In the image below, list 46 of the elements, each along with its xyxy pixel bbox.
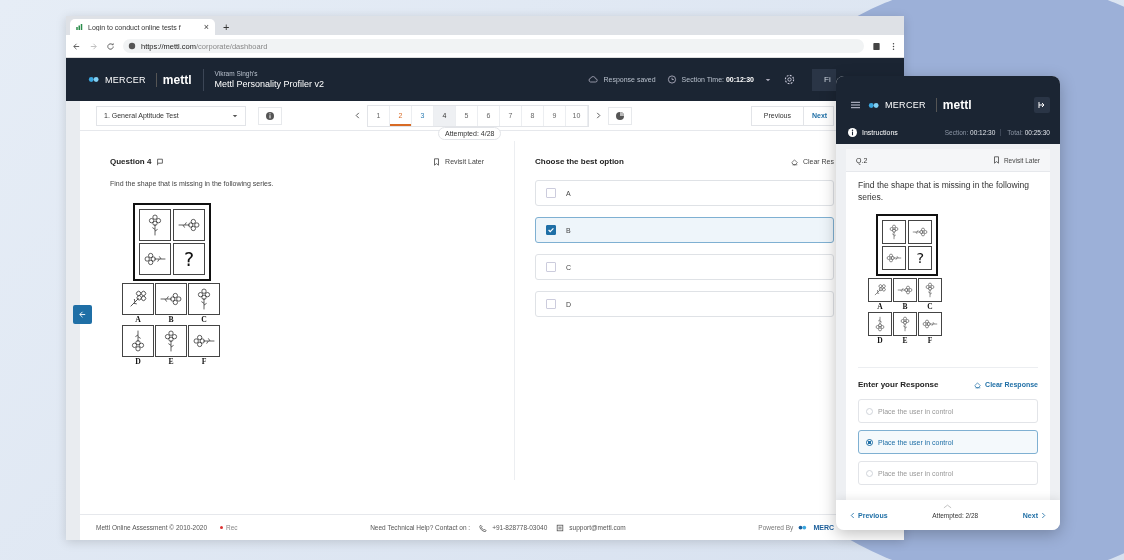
back-arrow-button[interactable] xyxy=(73,305,92,324)
back-icon[interactable] xyxy=(72,41,81,51)
test-name: Mettl Personality Profiler v2 xyxy=(214,79,325,89)
chevron-right-icon xyxy=(1041,511,1046,519)
previous-page-icon[interactable] xyxy=(354,111,361,120)
response-heading: Enter your Response xyxy=(858,380,939,390)
recording-dot-icon xyxy=(220,526,223,529)
question-text: Find the shape that is missing in the following series. xyxy=(858,180,1031,204)
radio-button[interactable] xyxy=(866,438,873,446)
product-logo: mettl xyxy=(155,72,192,87)
finish-test-button[interactable]: Fi xyxy=(812,68,836,91)
chevron-left-icon xyxy=(850,511,855,519)
flag-icon[interactable] xyxy=(156,157,165,166)
question-title: Question 4 xyxy=(110,157,152,166)
options-heading: Choose the best option xyxy=(535,157,624,166)
brand-name: MERCER xyxy=(885,100,926,110)
bookmark-icon xyxy=(992,156,1000,164)
next-page-icon[interactable] xyxy=(595,111,602,120)
new-tab-button[interactable]: + xyxy=(223,21,230,33)
mail-icon xyxy=(556,523,565,532)
pie-chart-button[interactable] xyxy=(608,105,632,126)
menu-icon[interactable] xyxy=(851,101,860,109)
reload-icon[interactable] xyxy=(106,41,115,51)
tab-close[interactable]: × xyxy=(203,22,209,32)
question-mark: ? xyxy=(173,243,206,275)
exit-button[interactable] xyxy=(1034,97,1050,113)
eraser-icon xyxy=(790,157,798,166)
mercer-logo-icon xyxy=(798,525,809,530)
eraser-icon xyxy=(974,380,982,389)
bar-chart-icon xyxy=(76,24,84,30)
phone-icon xyxy=(479,523,488,532)
question-mark: ? xyxy=(908,245,933,270)
mercer-logo-icon xyxy=(868,101,881,109)
bookmark-icon xyxy=(433,157,441,166)
info-icon xyxy=(848,127,857,137)
cloud-icon xyxy=(588,75,599,84)
checkbox[interactable] xyxy=(546,225,556,235)
arrow-left-icon xyxy=(78,310,87,319)
clock-icon xyxy=(666,75,677,84)
brand-name: MERCER xyxy=(105,74,146,85)
caret-icon xyxy=(232,113,238,118)
settings-icon[interactable] xyxy=(784,74,795,85)
product-logo: mettl xyxy=(935,98,972,112)
caret-icon xyxy=(765,77,771,82)
info-button[interactable] xyxy=(258,105,282,126)
mercer-logo-icon xyxy=(88,76,101,83)
